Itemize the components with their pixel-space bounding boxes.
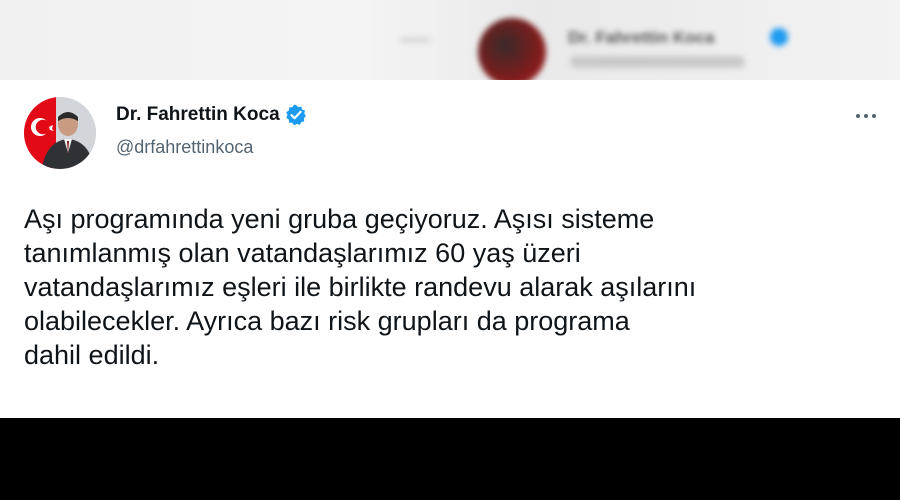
dot <box>864 114 868 118</box>
blurred-name: Dr. Fahrettin Koca <box>568 28 715 47</box>
dot <box>856 114 860 118</box>
verified-badge-icon <box>285 104 307 126</box>
blurred-verified-icon <box>770 28 788 46</box>
blurred-header-background: Dr. Fahrettin Koca <box>0 0 900 80</box>
more-options-icon[interactable] <box>846 102 886 130</box>
avatar-image <box>24 97 96 169</box>
blurred-handle <box>570 56 745 68</box>
tweet-card: Dr. Fahrettin Koca @drfahrettinkoca Aşı … <box>0 80 900 418</box>
blurred-header-content: Dr. Fahrettin Koca <box>0 0 900 80</box>
bottom-black-bar <box>0 418 900 500</box>
display-name[interactable]: Dr. Fahrettin Koca <box>116 104 280 126</box>
dot <box>872 114 876 118</box>
avatar[interactable] <box>24 97 96 169</box>
blurred-line <box>400 38 430 42</box>
user-handle[interactable]: @drfahrettinkoca <box>116 137 253 158</box>
tweet-text: Aşı programında yeni gruba geçiyoruz. Aş… <box>24 204 697 370</box>
blurred-avatar <box>478 18 546 80</box>
name-row: Dr. Fahrettin Koca <box>116 104 307 126</box>
